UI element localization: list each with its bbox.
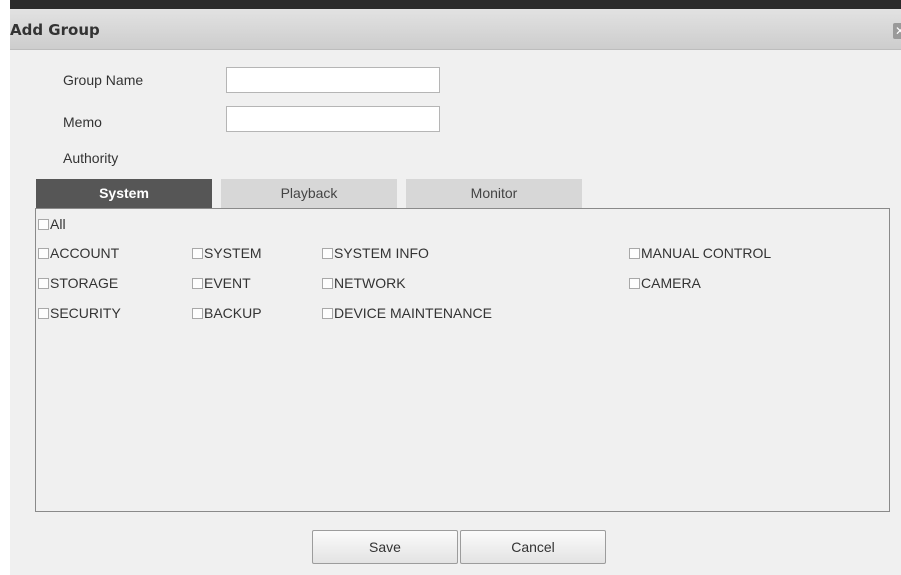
checkbox-box[interactable] — [322, 247, 333, 259]
dialog-title: Add Group — [10, 21, 100, 39]
checkbox-box[interactable] — [38, 277, 49, 289]
checkbox-label: SYSTEM — [204, 245, 262, 261]
checkbox-label: MANUAL CONTROL — [641, 245, 772, 261]
checkbox-label: ACCOUNT — [50, 245, 120, 261]
checkbox-network[interactable]: NETWORK — [322, 275, 406, 291]
checkbox-box[interactable] — [38, 247, 49, 259]
checkbox-all[interactable]: All — [38, 216, 66, 232]
checkbox-account[interactable]: ACCOUNT — [38, 245, 119, 261]
checkbox-box[interactable] — [629, 277, 640, 289]
checkbox-box[interactable] — [38, 307, 49, 319]
permission-panel: All ACCOUNT SYSTEM SYSTEM INFO MANUAL CO… — [35, 208, 890, 512]
checkbox-backup[interactable]: BACKUP — [192, 305, 262, 321]
checkbox-label: SECURITY — [50, 305, 121, 321]
checkbox-security[interactable]: SECURITY — [38, 305, 121, 321]
checkbox-box[interactable] — [322, 277, 333, 289]
tab-playback[interactable]: Playback — [221, 179, 397, 208]
checkbox-label: EVENT — [204, 275, 251, 291]
group-name-label: Group Name — [63, 72, 144, 88]
checkbox-box[interactable] — [192, 307, 203, 319]
cancel-button[interactable]: Cancel — [460, 530, 606, 564]
tab-monitor[interactable]: Monitor — [406, 179, 582, 208]
checkbox-box[interactable] — [322, 307, 333, 319]
checkbox-label: BACKUP — [204, 305, 262, 321]
checkbox-label: CAMERA — [641, 275, 701, 291]
checkbox-box[interactable] — [192, 247, 203, 259]
checkbox-box[interactable] — [192, 277, 203, 289]
tab-system[interactable]: System — [36, 179, 212, 208]
checkbox-label: SYSTEM INFO — [334, 245, 429, 261]
memo-label: Memo — [63, 114, 102, 130]
checkbox-label: NETWORK — [334, 275, 406, 291]
checkbox-label: All — [50, 216, 66, 232]
add-group-dialog: Add Group ✕ Group Name Memo Authority Sy… — [10, 9, 901, 575]
close-icon[interactable]: ✕ — [893, 23, 901, 39]
checkbox-manual-control[interactable]: MANUAL CONTROL — [629, 245, 771, 261]
checkbox-storage[interactable]: STORAGE — [38, 275, 118, 291]
checkbox-system-info[interactable]: SYSTEM INFO — [322, 245, 429, 261]
checkbox-camera[interactable]: CAMERA — [629, 275, 701, 291]
checkbox-box[interactable] — [629, 247, 640, 259]
checkbox-system[interactable]: SYSTEM — [192, 245, 262, 261]
top-border-bar — [10, 0, 901, 9]
checkbox-label: DEVICE MAINTENANCE — [334, 305, 492, 321]
checkbox-device-maintenance[interactable]: DEVICE MAINTENANCE — [322, 305, 492, 321]
group-name-input[interactable] — [226, 67, 440, 93]
checkbox-box[interactable] — [38, 218, 49, 230]
checkbox-label: STORAGE — [50, 275, 119, 291]
authority-label: Authority — [63, 150, 119, 166]
memo-input[interactable] — [226, 106, 440, 132]
checkbox-event[interactable]: EVENT — [192, 275, 251, 291]
dialog-titlebar: Add Group ✕ — [10, 9, 901, 50]
save-button[interactable]: Save — [312, 530, 458, 564]
